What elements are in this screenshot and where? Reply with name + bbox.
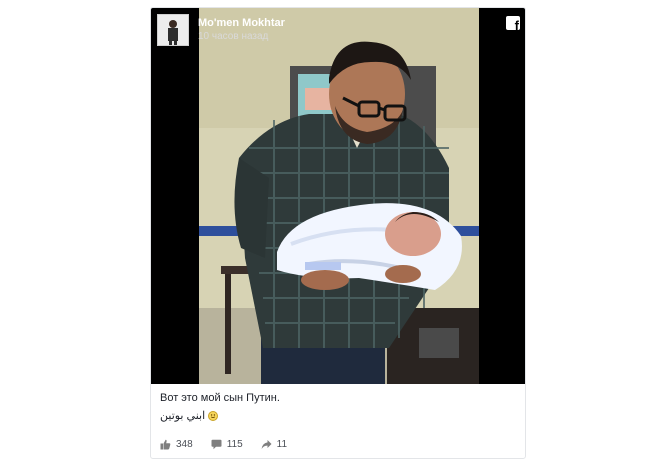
facebook-icon[interactable]: f bbox=[506, 16, 520, 30]
share-arrow-icon bbox=[261, 440, 272, 449]
post-header: Mo'men Mokhtar 10 часов назад f bbox=[151, 8, 525, 56]
thumbs-up-icon bbox=[160, 439, 171, 450]
author-avatar[interactable] bbox=[157, 14, 189, 46]
shares-stat[interactable]: 11 bbox=[261, 439, 287, 450]
likes-count: 348 bbox=[176, 439, 193, 450]
caption-arabic-text: ابني بوتين bbox=[160, 410, 206, 422]
comment-icon bbox=[211, 439, 222, 450]
post-timestamp[interactable]: 10 часов назад bbox=[198, 31, 268, 42]
likes-stat[interactable]: 348 bbox=[160, 439, 193, 450]
post-media[interactable]: Mo'men Mokhtar 10 часов назад f bbox=[151, 8, 525, 384]
post-stats: 348 115 11 bbox=[160, 439, 305, 450]
facebook-post-embed: Mo'men Mokhtar 10 часов назад f Вот это … bbox=[150, 7, 526, 459]
smile-emoji-icon bbox=[208, 410, 219, 421]
caption-text: Вот это мой сын Путин. bbox=[160, 392, 280, 404]
post-caption: Вот это мой сын Путин. ابني بوتين bbox=[160, 392, 518, 422]
post-photo[interactable] bbox=[199, 8, 479, 384]
comments-count: 115 bbox=[226, 439, 243, 450]
shares-count: 11 bbox=[276, 439, 288, 450]
comments-stat[interactable]: 115 bbox=[211, 439, 243, 450]
author-name[interactable]: Mo'men Mokhtar bbox=[198, 17, 285, 29]
caption-arabic-line: ابني بوتين bbox=[160, 409, 518, 422]
